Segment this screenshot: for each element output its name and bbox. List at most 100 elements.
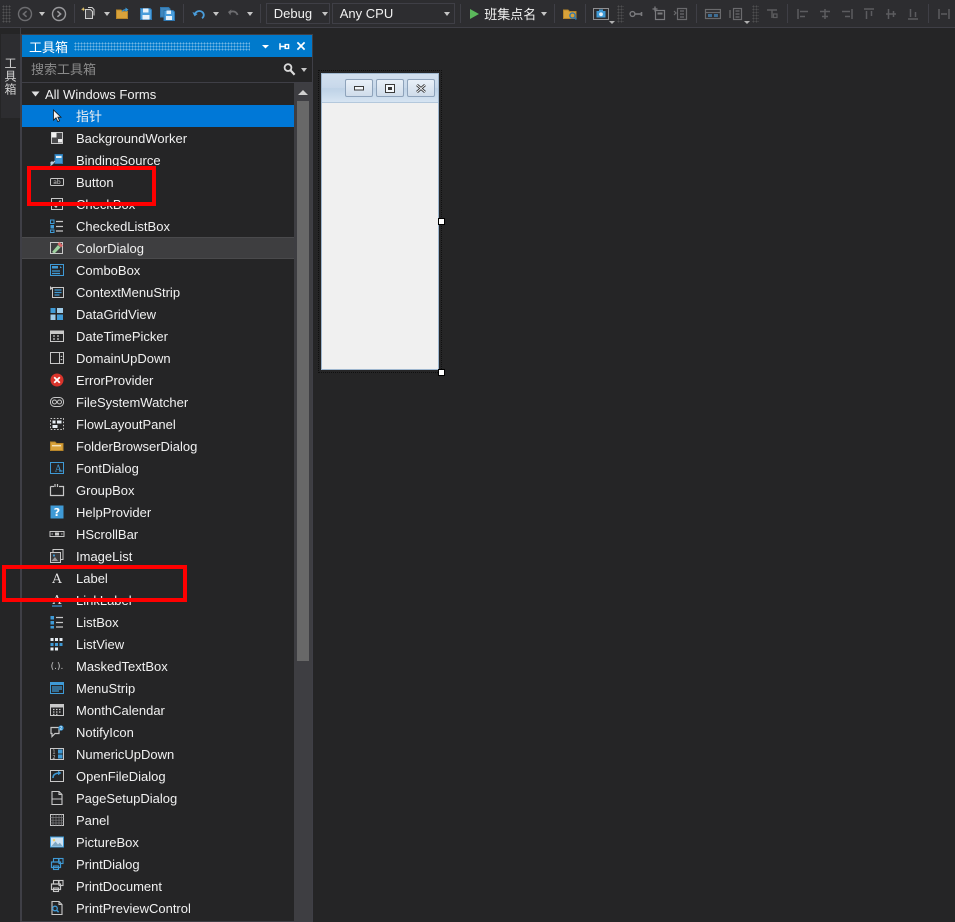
toolbox-item-label: DomainUpDown xyxy=(76,350,171,366)
toolbox-item-colordialog[interactable]: ColorDialog xyxy=(22,237,294,259)
toolbox-item-printdialog[interactable]: PrintDialog xyxy=(22,853,294,875)
toolbox-item-datetimepicker[interactable]: DateTimePicker xyxy=(22,325,294,347)
scroll-up-icon[interactable] xyxy=(294,83,312,101)
toolbox-item-printdocument[interactable]: PrintDocument xyxy=(22,875,294,897)
pin-icon[interactable] xyxy=(274,37,292,55)
toolbox-item-filesystemwatcher[interactable]: FileSystemWatcher xyxy=(22,391,294,413)
toolbox-item-numericupdown[interactable]: 1 2 NumericUpDown xyxy=(22,743,294,765)
solution-platform-combo[interactable]: Any CPU xyxy=(331,3,456,24)
close-icon[interactable] xyxy=(407,79,435,97)
toolbox-item-panel[interactable]: Panel xyxy=(22,809,294,831)
vertical-tab-toolbox[interactable]: 工具箱 xyxy=(1,34,20,118)
save-button[interactable] xyxy=(135,3,157,25)
search-input[interactable] xyxy=(31,62,280,77)
toolbox-item-label: BackgroundWorker xyxy=(76,130,188,146)
toolbox-header-grip[interactable] xyxy=(74,41,250,51)
toolbox-item-listbox[interactable]: ListBox xyxy=(22,611,294,633)
toolbox-item-linklabel[interactable]: A LinkLabel xyxy=(22,589,294,611)
align-lefts-icon xyxy=(792,3,814,25)
properties-window-icon[interactable] xyxy=(670,3,692,25)
toolbox-item-backgroundworker[interactable]: BackgroundWorker xyxy=(22,127,294,149)
toolbox-item-domainupdown[interactable]: DomainUpDown xyxy=(22,347,294,369)
form-client-area[interactable] xyxy=(322,103,438,369)
toolbox-item-label[interactable]: A Label xyxy=(22,567,294,589)
design-form[interactable] xyxy=(321,73,439,370)
navigate-back-dropdown[interactable] xyxy=(36,3,48,25)
toolbox-item-openfiledialog[interactable]: OpenFileDialog xyxy=(22,765,294,787)
open-file-button[interactable] xyxy=(113,3,135,25)
new-project-button[interactable] xyxy=(79,3,101,25)
toolbox-group-all-windows-forms[interactable]: All Windows Forms xyxy=(22,83,294,105)
scroll-down-icon[interactable] xyxy=(294,903,312,921)
toolbox-item-hscrollbar[interactable]: HScrollBar xyxy=(22,523,294,545)
redo-button[interactable] xyxy=(222,3,244,25)
svg-text:A: A xyxy=(51,572,62,586)
toolbox-item-maskedtextbox[interactable]: (.). MaskedTextBox xyxy=(22,655,294,677)
tab-order-icon[interactable] xyxy=(701,3,725,25)
screenshot-dropdown[interactable] xyxy=(609,21,616,24)
toolbox-item-listview[interactable]: ListView xyxy=(22,633,294,655)
navigate-back-button[interactable] xyxy=(14,3,36,25)
linklabel-icon: A xyxy=(49,592,65,608)
toolbox-item-errorprovider[interactable]: ErrorProvider xyxy=(22,369,294,391)
printdocument-icon xyxy=(49,878,65,894)
form-designer-canvas[interactable] xyxy=(313,28,955,922)
start-debugging-button[interactable]: 班集点名 xyxy=(465,3,538,25)
attach-to-process-icon[interactable] xyxy=(559,3,581,25)
toolbox-item-label: FolderBrowserDialog xyxy=(76,438,198,454)
toolbox-scrollbar[interactable] xyxy=(294,83,312,921)
toolbox-item-menustrip[interactable]: MenuStrip xyxy=(22,677,294,699)
toolbox-item-imagelist[interactable]: ImageList xyxy=(22,545,294,567)
toolbox-item-fontdialog[interactable]: A FontDialog xyxy=(22,457,294,479)
toolbar-overflow-grip-2[interactable] xyxy=(752,4,760,23)
solution-configuration-value: Debug xyxy=(273,6,313,21)
tab-order-dropdown[interactable] xyxy=(744,21,751,24)
chevron-down-icon[interactable] xyxy=(256,37,274,55)
redo-dropdown[interactable] xyxy=(244,3,256,25)
toolbox-item-monthcalendar[interactable]: MonthCalendar xyxy=(22,699,294,721)
toolbox-item-groupbox[interactable]: GroupBox xyxy=(22,479,294,501)
toolbox-item-folderbrowserdialog[interactable]: FolderBrowserDialog xyxy=(22,435,294,457)
search-icon[interactable] xyxy=(280,61,298,79)
toolbox-item-指针[interactable]: 指针 xyxy=(22,105,294,127)
resize-grip-right-middle[interactable] xyxy=(438,218,445,225)
start-debugging-dropdown[interactable] xyxy=(538,3,550,25)
toolbox-item-printpreviewcontrol[interactable]: PrintPreviewControl xyxy=(22,897,294,919)
toolbox-item-checkbox[interactable]: CheckBox xyxy=(22,193,294,215)
search-options-dropdown[interactable] xyxy=(298,59,310,81)
domainupdown-icon xyxy=(49,350,65,366)
toolbox-item-datagridview[interactable]: DataGridView xyxy=(22,303,294,325)
close-icon[interactable] xyxy=(292,37,310,55)
maximize-icon[interactable] xyxy=(376,79,404,97)
toolbox-item-button[interactable]: ab Button xyxy=(22,171,294,193)
label-icon: A xyxy=(49,570,65,586)
scrollbar-thumb[interactable] xyxy=(297,101,309,661)
toolbox-item-contextmenustrip[interactable]: ContextMenuStrip xyxy=(22,281,294,303)
toolbox-item-combobox[interactable]: ComboBox xyxy=(22,259,294,281)
toolbox-item-pagesetupdialog[interactable]: PageSetupDialog xyxy=(22,787,294,809)
datagridview-icon xyxy=(49,306,65,322)
new-project-dropdown[interactable] xyxy=(101,3,113,25)
toolbox-item-label: HScrollBar xyxy=(76,526,139,542)
toolbar-grip[interactable] xyxy=(2,4,11,23)
solution-configuration-combo[interactable]: Debug xyxy=(265,3,330,24)
toolbox-item-picturebox[interactable]: PictureBox xyxy=(22,831,294,853)
minimize-icon[interactable] xyxy=(345,79,373,97)
navigate-forward-button[interactable] xyxy=(48,3,70,25)
toolbar-overflow-grip[interactable] xyxy=(617,4,625,23)
toolbox-item-notifyicon[interactable]: 2 NotifyIcon xyxy=(22,721,294,743)
toolbox-item-label: NumericUpDown xyxy=(76,746,175,762)
toolbox-item-flowlayoutpanel[interactable]: FlowLayoutPanel xyxy=(22,413,294,435)
new-item-icon[interactable] xyxy=(648,3,670,25)
maskedtextbox-icon: (.). xyxy=(49,658,65,674)
hot-reload-icon[interactable] xyxy=(626,3,648,25)
resize-grip-bottom-right[interactable] xyxy=(438,369,445,376)
left-dock-tabstrip: 工具箱 xyxy=(0,28,21,922)
undo-dropdown[interactable] xyxy=(210,3,222,25)
form-titlebar[interactable] xyxy=(322,74,438,103)
toolbox-item-bindingsource[interactable]: BindingSource xyxy=(22,149,294,171)
undo-button[interactable] xyxy=(188,3,210,25)
toolbox-item-helpprovider[interactable]: ? HelpProvider xyxy=(22,501,294,523)
save-all-button[interactable] xyxy=(157,3,179,25)
toolbox-item-checkedlistbox[interactable]: CheckedListBox xyxy=(22,215,294,237)
